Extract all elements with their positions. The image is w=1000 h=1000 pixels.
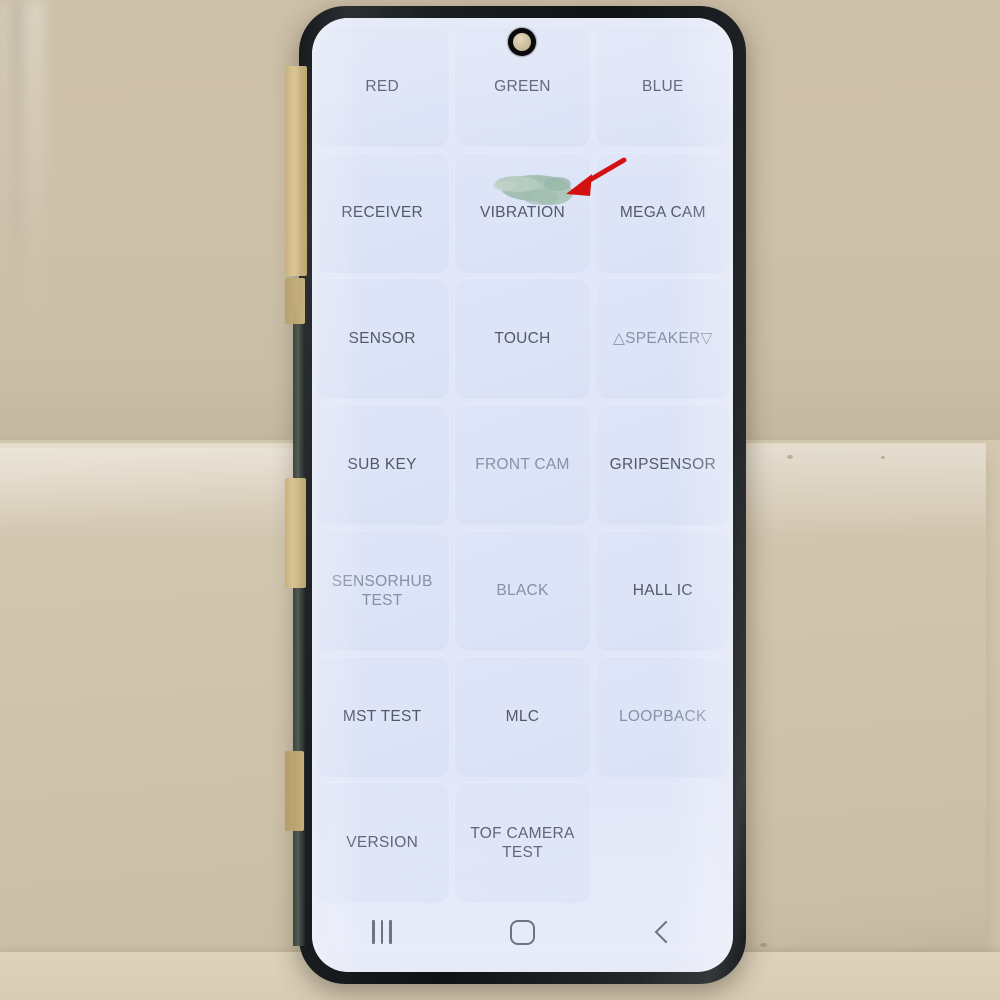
surface-speck — [787, 455, 793, 459]
test-tile-label: RECEIVER — [341, 204, 423, 222]
test-tile[interactable]: RED — [314, 26, 451, 148]
test-tile[interactable]: BLUE — [594, 26, 731, 148]
test-tile[interactable]: GRIPSENSOR — [594, 404, 731, 526]
test-tile[interactable]: LOOPBACK — [594, 656, 731, 778]
test-tile-label: VERSION — [346, 834, 419, 852]
test-tile-label: GRIPSENSOR — [609, 456, 716, 474]
home-icon — [509, 919, 535, 945]
back-chevron-icon — [654, 920, 678, 944]
android-navigation-bar — [312, 902, 733, 962]
test-tile[interactable]: TOF CAMERA TEST — [454, 782, 591, 904]
test-tile[interactable]: MEGA CAM — [594, 152, 731, 274]
factory-test-grid: RED GREEN BLUE RECEIVER VIBRATION MEGA CAM SEN… — [312, 26, 733, 904]
test-tile[interactable]: △SPEAKER▽ — [594, 278, 731, 400]
adhesive-tape — [285, 478, 306, 588]
test-tile-label: MEGA CAM — [619, 204, 706, 222]
back-button[interactable] — [628, 912, 698, 952]
home-button[interactable] — [487, 912, 557, 952]
test-tile-label: MST TEST — [342, 708, 422, 726]
test-tile-label: MLC — [505, 708, 540, 726]
test-tile[interactable]: BLACK — [454, 530, 591, 652]
test-tile-label: SENSORHUB TEST — [331, 572, 433, 609]
test-tile-label: SUB KEY — [347, 456, 417, 474]
grid-cell-empty — [595, 782, 731, 904]
wall-shadow-streak — [8, 0, 24, 330]
test-tile[interactable]: MLC — [454, 656, 591, 778]
test-tile-label: BLUE — [641, 78, 684, 96]
test-tile-label: BLACK — [496, 582, 549, 600]
test-tile-label: RED — [365, 78, 399, 96]
test-tile[interactable]: VIBRATION — [454, 152, 591, 274]
photo-scene: RED GREEN BLUE RECEIVER VIBRATION MEGA CAM SEN… — [0, 0, 1000, 1000]
test-tile-label: VIBRATION — [479, 204, 566, 222]
adhesive-tape — [285, 66, 307, 276]
test-tile-label: TOUCH — [494, 330, 551, 348]
test-tile-label: TOF CAMERA TEST — [470, 824, 575, 861]
test-tile[interactable]: SUB KEY — [314, 404, 451, 526]
test-tile-label: SENSOR — [348, 330, 416, 348]
phone-screen: RED GREEN BLUE RECEIVER VIBRATION MEGA CAM SEN… — [312, 18, 733, 972]
surface-speck — [881, 456, 885, 459]
surface-speck — [760, 943, 767, 947]
phone-side-edge — [293, 306, 305, 946]
test-tile[interactable]: MST TEST — [314, 656, 451, 778]
test-tile-label: LOOPBACK — [618, 708, 707, 726]
test-tile[interactable]: VERSION — [314, 782, 451, 904]
test-tile[interactable]: HALL IC — [594, 530, 731, 652]
test-tile[interactable]: FRONT CAM — [454, 404, 591, 526]
adhesive-tape — [285, 751, 304, 831]
test-tile-label: GREEN — [494, 78, 551, 96]
recents-button[interactable] — [347, 912, 417, 952]
adhesive-tape — [285, 278, 305, 324]
test-tile[interactable]: RECEIVER — [314, 152, 451, 274]
front-camera-punch-hole — [508, 28, 536, 56]
test-tile-label: FRONT CAM — [475, 456, 570, 474]
phone-device: RED GREEN BLUE RECEIVER VIBRATION MEGA CAM SEN… — [285, 6, 746, 984]
test-tile-label: HALL IC — [632, 582, 693, 600]
test-tile-label: △SPEAKER▽ — [612, 330, 713, 348]
recents-icon — [372, 920, 392, 944]
test-tile[interactable]: SENSOR — [314, 278, 451, 400]
test-tile[interactable]: SENSORHUB TEST — [314, 530, 451, 652]
test-tile[interactable]: TOUCH — [454, 278, 591, 400]
